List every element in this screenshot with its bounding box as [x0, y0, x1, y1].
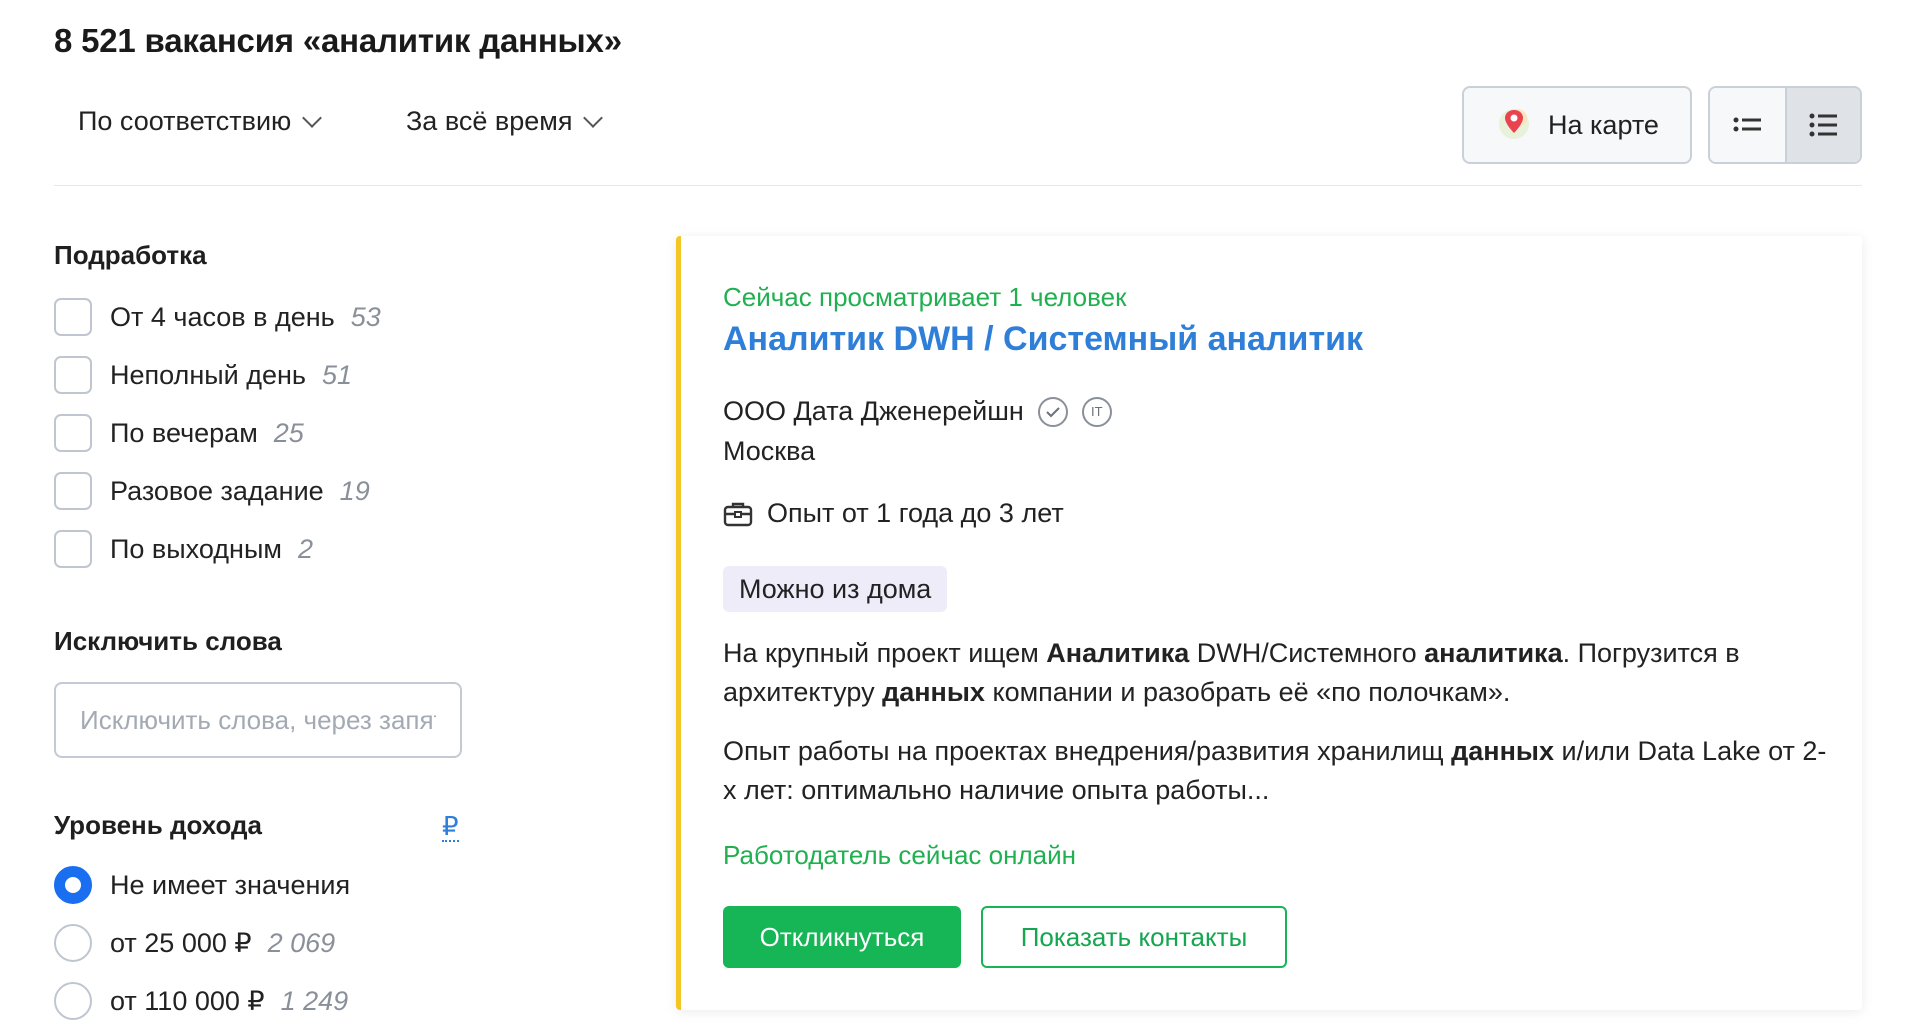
- checkbox[interactable]: [54, 414, 92, 452]
- it-accreditation-icon[interactable]: IT: [1081, 396, 1112, 427]
- filter-label: По выходным: [110, 533, 282, 564]
- remote-work-tag: Можно из дома: [723, 566, 948, 612]
- map-button-label: На карте: [1548, 109, 1659, 140]
- checkbox[interactable]: [54, 298, 92, 336]
- filter-checkbox-row[interactable]: По выходным 2: [54, 530, 313, 568]
- checkbox[interactable]: [54, 356, 92, 394]
- chevron-down-icon: [302, 107, 323, 128]
- filter-checkbox-row[interactable]: Неполный день 51: [54, 356, 352, 394]
- exclude-words-title: Исключить слова: [54, 626, 282, 656]
- chevron-down-icon: [583, 107, 604, 128]
- radio-label: от 25 000 ₽: [110, 927, 252, 958]
- map-pin-icon: [1494, 102, 1534, 149]
- company-row: ООО Дата Дженерейшн IT: [723, 396, 1112, 427]
- radio-button[interactable]: [54, 982, 92, 1020]
- radio-count: 1 249: [280, 985, 349, 1016]
- compact-list-icon: [1733, 117, 1761, 132]
- desc-highlight: данных: [1451, 736, 1555, 766]
- desc-highlight: данных: [882, 677, 985, 707]
- detailed-list-view-button[interactable]: [1785, 88, 1860, 162]
- exclude-words-input[interactable]: [54, 682, 462, 758]
- period-dropdown-label: За всё время: [406, 106, 573, 136]
- apply-button[interactable]: Откликнуться: [723, 906, 961, 968]
- desc-text: На крупный проект ищем: [723, 638, 1047, 668]
- vacancy-city: Москва: [723, 436, 816, 466]
- desc-text: компании и разобрать её «по полочкам».: [984, 677, 1511, 707]
- compact-list-view-button[interactable]: [1710, 88, 1785, 162]
- vacancy-description: На крупный проект ищем Аналитика DWH/Сис…: [723, 634, 1833, 712]
- vacancy-title-link[interactable]: Аналитик DWH / Системный аналитик: [723, 320, 1363, 359]
- employer-online-status: Работодатель сейчас онлайн: [723, 840, 1076, 870]
- briefcase-icon: [723, 502, 753, 526]
- parttime-filter-title: Подработка: [54, 240, 207, 270]
- desc-highlight: аналитика: [1424, 638, 1563, 668]
- sort-dropdown[interactable]: По соответствию: [78, 106, 323, 137]
- desc-highlight: Аналитика: [1046, 638, 1190, 668]
- page-title: 8 521 вакансия «аналитик данных»: [54, 22, 622, 59]
- map-button[interactable]: На карте: [1462, 86, 1692, 164]
- verified-check-icon[interactable]: [1037, 396, 1068, 427]
- checkbox[interactable]: [54, 472, 92, 510]
- vacancy-requirements: Опыт работы на проектах внедрения/развит…: [723, 732, 1833, 810]
- radio-label: от 110 000 ₽: [110, 985, 265, 1016]
- filter-label: По вечерам: [110, 417, 258, 448]
- radio-button[interactable]: [54, 924, 92, 962]
- checkbox[interactable]: [54, 530, 92, 568]
- filter-count: 25: [273, 417, 304, 448]
- income-radio-row[interactable]: от 110 000 ₽ 1 249: [54, 982, 348, 1020]
- income-filter-title: Уровень дохода: [54, 810, 263, 840]
- filter-label: Неполный день: [110, 359, 306, 390]
- vacancy-card: Сейчас просматривает 1 человек Аналитик …: [676, 236, 1862, 1010]
- company-name-link[interactable]: ООО Дата Дженерейшн: [723, 396, 1024, 427]
- filter-count: 2: [297, 533, 313, 564]
- filter-checkbox-row[interactable]: Разовое задание 19: [54, 472, 370, 510]
- filter-label: От 4 часов в день: [110, 301, 335, 332]
- viewers-count: Сейчас просматривает 1 человек: [723, 282, 1127, 312]
- filter-checkbox-row[interactable]: По вечерам 25: [54, 414, 304, 452]
- filter-count: 19: [339, 475, 370, 506]
- show-contacts-button[interactable]: Показать контакты: [981, 906, 1287, 968]
- experience-row: Опыт от 1 года до 3 лет: [723, 498, 1064, 529]
- header-divider: [54, 185, 1862, 186]
- radio-count: 2 069: [267, 927, 336, 958]
- desc-text: DWH/Системного: [1189, 638, 1425, 668]
- filter-label: Разовое задание: [110, 475, 324, 506]
- filter-count: 53: [350, 301, 381, 332]
- view-toggle: [1708, 86, 1862, 164]
- sort-dropdown-label: По соответствию: [78, 106, 292, 136]
- detailed-list-icon: [1809, 113, 1837, 137]
- radio-button-checked[interactable]: [54, 866, 92, 904]
- filter-checkbox-row[interactable]: От 4 часов в день 53: [54, 298, 381, 336]
- income-radio-row[interactable]: Не имеет значения: [54, 866, 350, 904]
- experience-text: Опыт от 1 года до 3 лет: [767, 498, 1064, 528]
- filter-count: 51: [321, 359, 353, 390]
- currency-selector[interactable]: ₽: [442, 812, 459, 842]
- income-radio-row[interactable]: от 25 000 ₽ 2 069: [54, 924, 335, 962]
- desc-text: Опыт работы на проектах внедрения/развит…: [723, 736, 1452, 766]
- period-dropdown[interactable]: За всё время: [406, 106, 604, 137]
- radio-label: Не имеет значения: [110, 869, 351, 900]
